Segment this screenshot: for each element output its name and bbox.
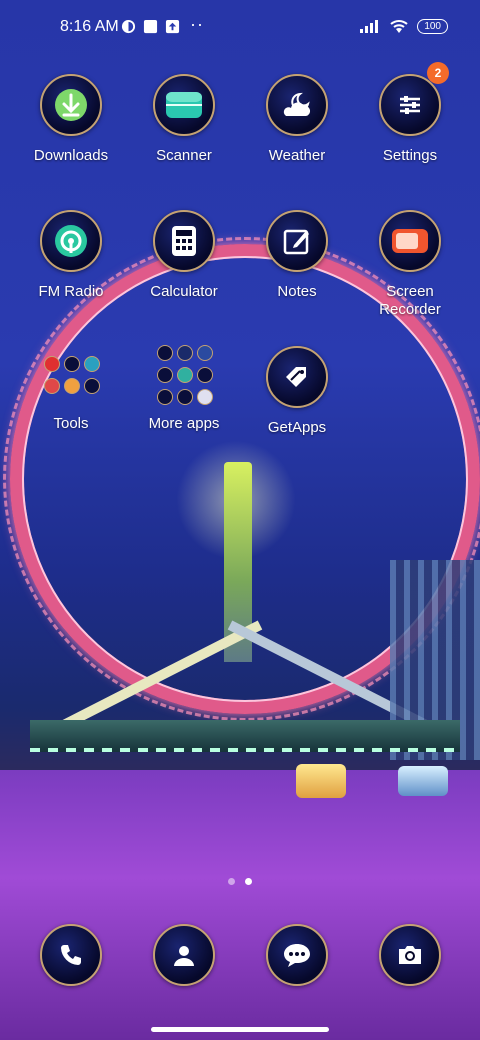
app-notes[interactable]: Notes (242, 210, 352, 301)
folder-icon (42, 346, 100, 404)
screen-recorder-icon (379, 210, 441, 272)
app-weather[interactable]: Weather (242, 74, 352, 165)
more-notifications-icon: ·· (190, 14, 204, 34)
home-gesture-bar[interactable] (151, 1027, 329, 1032)
app-screen-recorder[interactable]: Screen Recorder (355, 210, 465, 319)
scanner-icon (153, 74, 215, 136)
getapps-icon (266, 346, 328, 408)
notification-badge: 2 (427, 62, 449, 84)
app-label: Settings (382, 147, 438, 164)
boat (296, 764, 346, 798)
contacts-icon (153, 924, 215, 986)
app-calculator[interactable]: Calculator (129, 210, 239, 301)
app-label: Weather (268, 147, 326, 164)
notification-square-icon (143, 19, 158, 34)
river (0, 770, 480, 1040)
dock-contacts[interactable] (129, 924, 239, 986)
app-downloads[interactable]: Downloads (16, 74, 126, 165)
status-bar: 8:16 AM ·· 100 (0, 0, 480, 56)
app-settings[interactable]: 2 Settings (355, 62, 465, 165)
status-time: 8:16 AM (60, 18, 119, 35)
folder-more-apps[interactable]: More apps (129, 345, 239, 433)
vpn-icon (121, 19, 136, 34)
page-indicator[interactable] (228, 878, 252, 885)
page-dot[interactable] (228, 878, 235, 885)
dock-messages[interactable] (242, 924, 352, 986)
app-scanner[interactable]: Scanner (129, 74, 239, 165)
wifi-icon (390, 20, 408, 33)
messages-icon (266, 924, 328, 986)
app-label: FM Radio (38, 283, 104, 300)
app-label: Downloads (33, 147, 109, 164)
boat (398, 766, 448, 796)
upload-notification-icon (165, 19, 180, 34)
app-label: Tools (53, 415, 89, 432)
status-right: 100 (359, 18, 448, 34)
dock-phone[interactable] (16, 924, 126, 986)
app-label: GetApps (267, 419, 327, 436)
download-icon (40, 74, 102, 136)
settings-icon: 2 (379, 62, 449, 136)
bridge-lights (30, 748, 460, 752)
camera-icon (379, 924, 441, 986)
phone-icon (40, 924, 102, 986)
page-dot-active[interactable] (245, 878, 252, 885)
battery-indicator: 100 (417, 18, 448, 34)
app-label: Notes (277, 283, 317, 300)
folder-icon (155, 345, 213, 405)
calculator-icon (153, 210, 215, 272)
notes-icon (266, 210, 328, 272)
app-fm-radio[interactable]: FM Radio (16, 210, 126, 301)
app-label: More apps (148, 415, 220, 432)
app-label: Scanner (156, 147, 212, 164)
dock-camera[interactable] (355, 924, 465, 986)
app-label: Screen Recorder (379, 283, 441, 318)
folder-tools[interactable]: Tools (16, 346, 126, 433)
radio-icon (40, 210, 102, 272)
signal-icon (360, 20, 379, 33)
app-label: Calculator (150, 283, 218, 300)
app-getapps[interactable]: GetApps (242, 346, 352, 437)
weather-icon (266, 74, 328, 136)
